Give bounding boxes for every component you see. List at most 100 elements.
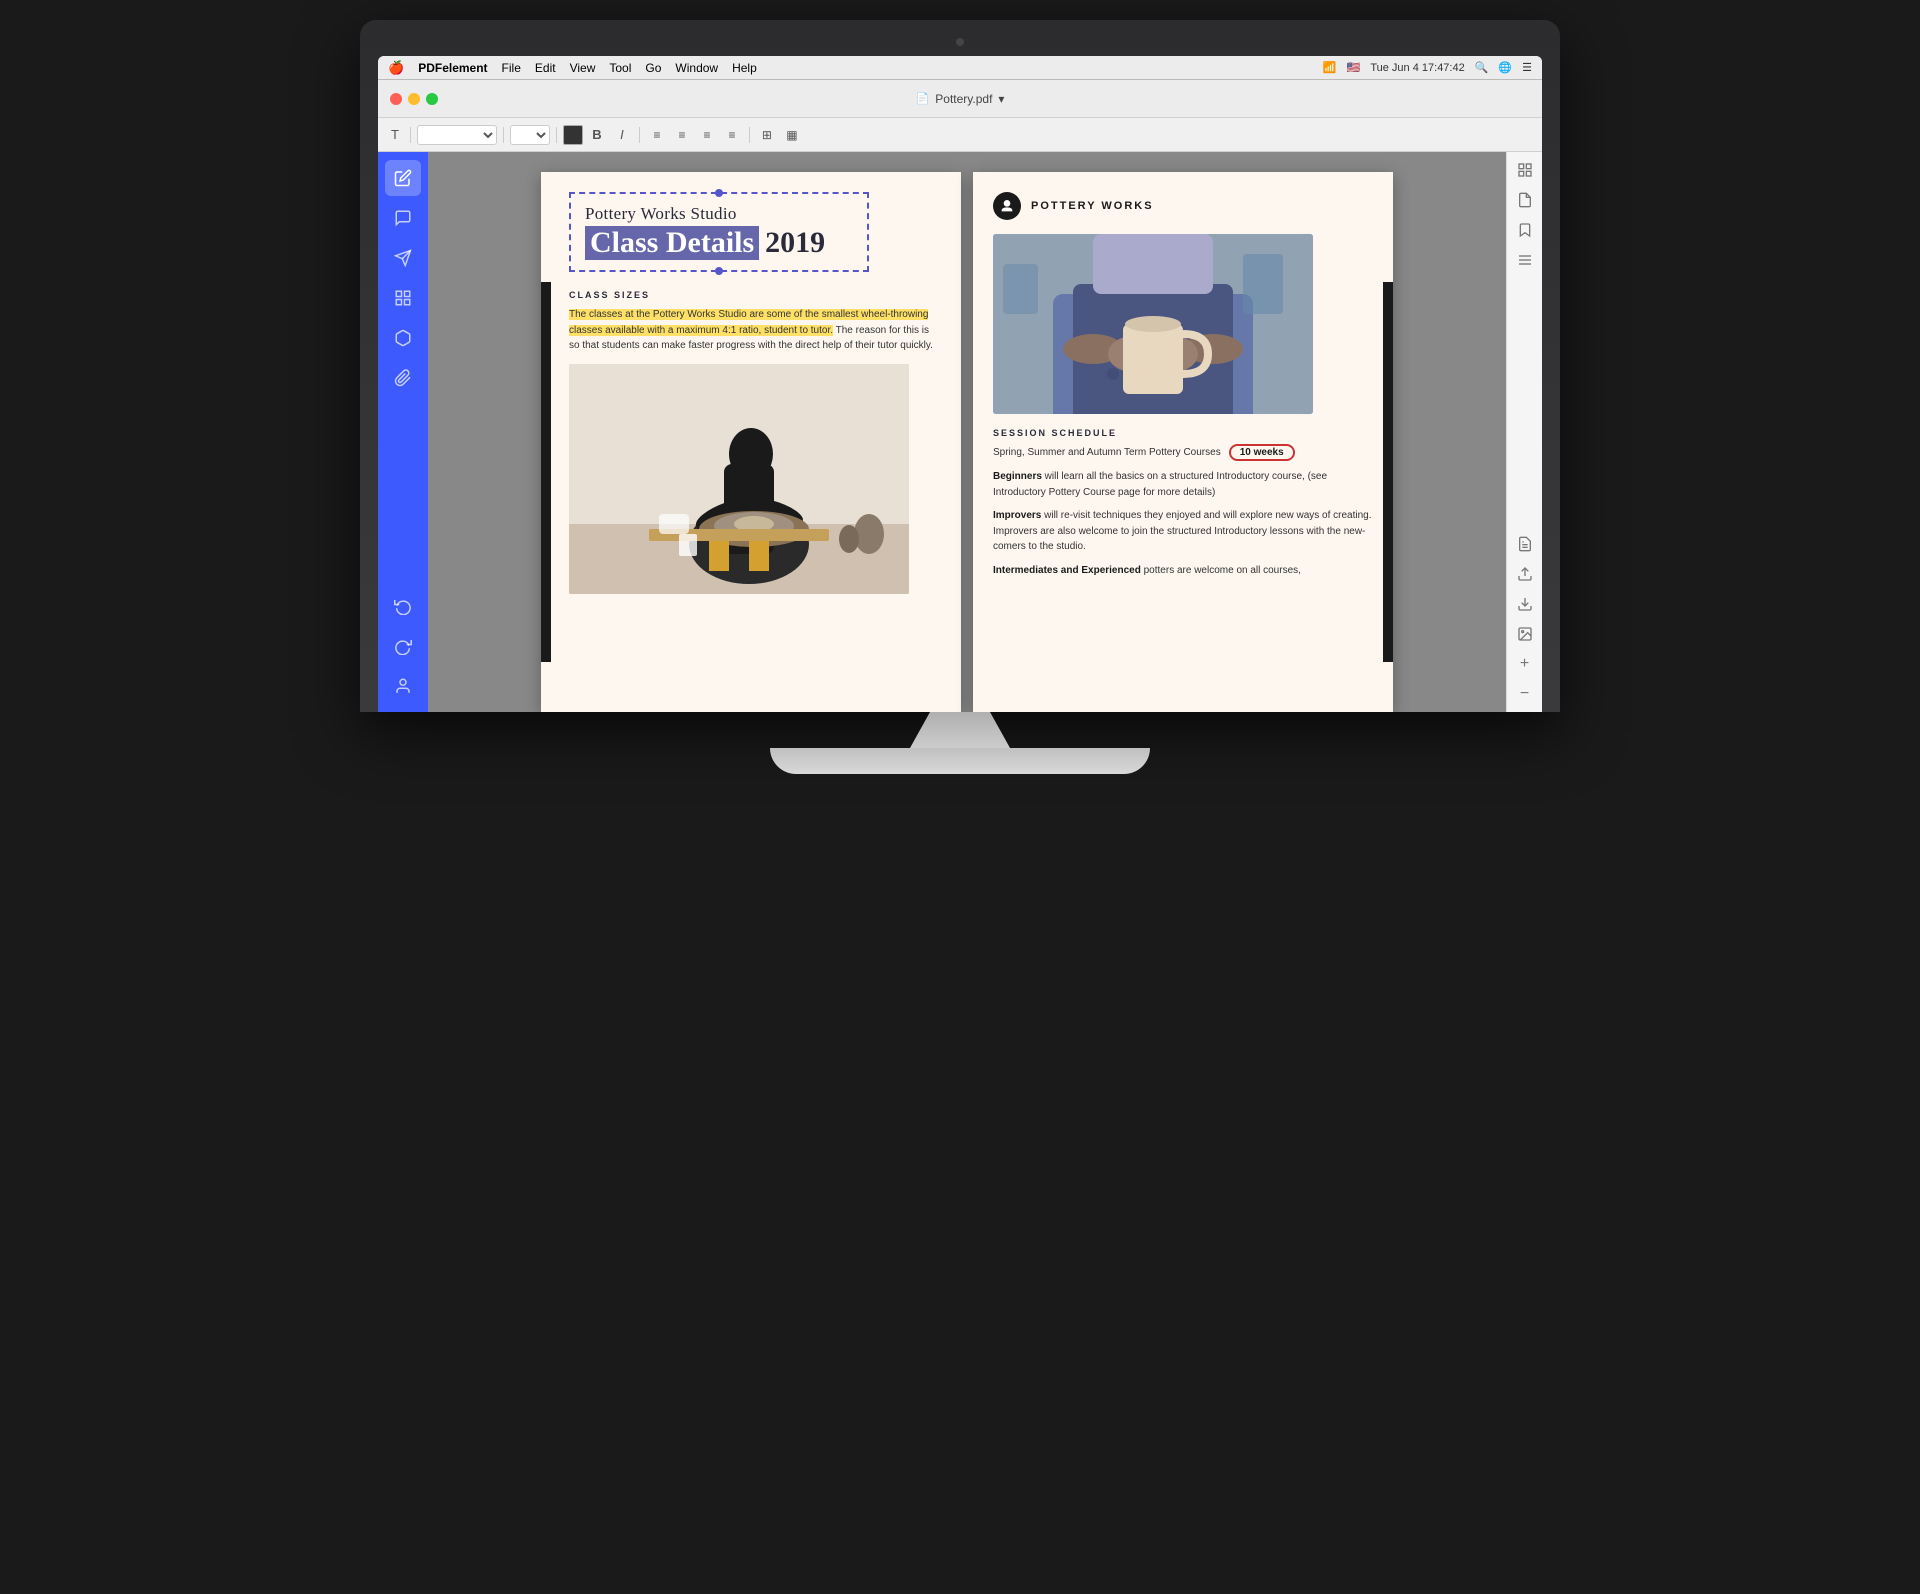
- session-intro-row: Spring, Summer and Autumn Term Pottery C…: [993, 444, 1373, 461]
- menubar-right: 📶 🇺🇸 Tue Jun 4 17:47:42 🔍 🌐 ☰: [1323, 61, 1532, 74]
- sidebar-icon-comment[interactable]: [385, 200, 421, 236]
- file-icon: 📄: [916, 92, 930, 105]
- menu-file[interactable]: File: [502, 61, 521, 75]
- pdf-page-right: POTTERY WORKS: [973, 172, 1393, 712]
- title-text-box[interactable]: Pottery Works Studio Class Details 2019: [569, 192, 869, 272]
- sidebar-icon-share[interactable]: [385, 240, 421, 276]
- menubar: 🍎 PDFelement File Edit View Tool Go Wind…: [378, 56, 1542, 80]
- handle-bottom[interactable]: [715, 267, 723, 275]
- table-button[interactable]: ⊞: [756, 124, 778, 146]
- font-select[interactable]: [417, 125, 497, 145]
- right-panel-menu-icon[interactable]: [1513, 248, 1537, 272]
- right-panel-page-icon[interactable]: [1513, 188, 1537, 212]
- align-left-button[interactable]: ≡: [646, 124, 668, 146]
- wifi-icon: 📶: [1323, 61, 1337, 74]
- text-tool-icon[interactable]: T: [386, 125, 404, 144]
- right-panel-import-icon[interactable]: [1513, 592, 1537, 616]
- italic-button[interactable]: I: [611, 124, 633, 146]
- intermediates-paragraph: Intermediates and Experienced potters ar…: [993, 563, 1373, 579]
- maximize-button[interactable]: [426, 93, 438, 105]
- filename-label: Pottery.pdf: [935, 92, 992, 106]
- size-select[interactable]: [510, 125, 550, 145]
- sidebar-icon-attachment[interactable]: [385, 360, 421, 396]
- pottery-title-row: Class Details 2019: [585, 226, 853, 260]
- menu-window[interactable]: Window: [675, 61, 718, 75]
- improvers-text: will re-visit techniques they enjoyed an…: [993, 510, 1372, 552]
- right-panel: + −: [1506, 152, 1542, 712]
- sidebar-icon-pages[interactable]: [385, 280, 421, 316]
- session-intro-text: Spring, Summer and Autumn Term Pottery C…: [993, 447, 1221, 458]
- monitor-screen: 🍎 PDFelement File Edit View Tool Go Wind…: [378, 56, 1542, 712]
- menubar-left: 🍎 PDFelement File Edit View Tool Go Wind…: [388, 60, 757, 76]
- toolbar-separator-4: [639, 127, 640, 143]
- list-icon[interactable]: ☰: [1522, 61, 1532, 74]
- beginners-label: Beginners: [993, 471, 1042, 482]
- color-picker[interactable]: [563, 125, 583, 145]
- pottery-title-year: 2019: [765, 226, 825, 260]
- align-right-button[interactable]: ≡: [696, 124, 718, 146]
- brand-name-label: POTTERY WORKS: [1031, 200, 1154, 212]
- toolbar-separator-3: [556, 127, 557, 143]
- weeks-badge: 10 weeks: [1229, 444, 1295, 461]
- right-panel-add-icon[interactable]: +: [1513, 652, 1537, 676]
- menu-help[interactable]: Help: [732, 61, 757, 75]
- sidebar-icon-user[interactable]: [385, 668, 421, 704]
- sidebar-icon-undo[interactable]: [385, 588, 421, 624]
- align-center-button[interactable]: ≡: [671, 124, 693, 146]
- apple-logo-icon: 🍎: [388, 60, 404, 76]
- toolbar-separator-2: [503, 127, 504, 143]
- pottery-title-bold: Class Details: [585, 226, 759, 260]
- brand-header: POTTERY WORKS: [993, 192, 1373, 220]
- improvers-label: Improvers: [993, 510, 1041, 521]
- pottery-image-left: [569, 364, 909, 594]
- monitor-stand-base: [770, 748, 1150, 774]
- handle-top[interactable]: [715, 189, 723, 197]
- pdf-area: Pottery Works Studio Class Details 2019 …: [428, 152, 1506, 712]
- clock-label: Tue Jun 4 17:47:42: [1370, 62, 1464, 74]
- layout-button[interactable]: ▦: [781, 124, 803, 146]
- sidebar-icon-redo[interactable]: [385, 628, 421, 664]
- globe-icon[interactable]: 🌐: [1498, 61, 1512, 74]
- bold-button[interactable]: B: [586, 124, 608, 146]
- main-layout: Pottery Works Studio Class Details 2019 …: [378, 152, 1542, 712]
- app-name-label: PDFelement: [418, 61, 487, 75]
- close-button[interactable]: [390, 93, 402, 105]
- menu-edit[interactable]: Edit: [535, 61, 556, 75]
- chevron-icon[interactable]: ▾: [998, 92, 1004, 106]
- menu-view[interactable]: View: [570, 61, 596, 75]
- intermediates-text: potters are welcome on all courses,: [1141, 565, 1301, 576]
- brand-logo: [993, 192, 1021, 220]
- toolbar-separator-1: [410, 127, 411, 143]
- flag-icon: 🇺🇸: [1347, 61, 1361, 74]
- right-panel-bookmark-icon[interactable]: [1513, 218, 1537, 242]
- monitor-wrapper: 🍎 PDFelement File Edit View Tool Go Wind…: [360, 20, 1560, 774]
- right-panel-export-icon[interactable]: [1513, 562, 1537, 586]
- right-panel-prop-icon[interactable]: [1513, 532, 1537, 556]
- traffic-lights: [390, 93, 438, 105]
- sidebar-icon-edit[interactable]: [385, 160, 421, 196]
- justify-button[interactable]: ≡: [721, 124, 743, 146]
- pottery-image-right: [993, 234, 1313, 414]
- sidebar-icon-stamp[interactable]: [385, 320, 421, 356]
- beginners-text: will learn all the basics on a structure…: [993, 471, 1327, 498]
- pottery-scene-svg: [569, 364, 909, 594]
- left-sidebar: [378, 152, 428, 712]
- minimize-button[interactable]: [408, 93, 420, 105]
- right-panel-image-icon[interactable]: [1513, 622, 1537, 646]
- beginners-paragraph: Beginners will learn all the basics on a…: [993, 469, 1373, 500]
- right-panel-grid-icon[interactable]: [1513, 158, 1537, 182]
- class-sizes-heading: CLASS SIZES: [569, 290, 941, 300]
- toolbar-separator-5: [749, 127, 750, 143]
- menu-go[interactable]: Go: [645, 61, 661, 75]
- right-panel-minus-icon[interactable]: −: [1513, 682, 1537, 706]
- pottery-subtitle: Pottery Works Studio: [585, 204, 853, 224]
- search-icon[interactable]: 🔍: [1475, 61, 1489, 74]
- menu-tool[interactable]: Tool: [609, 61, 631, 75]
- camera-notch: [956, 38, 964, 46]
- black-accent-bar-right: [1383, 282, 1393, 662]
- toolbar: T B I ≡ ≡ ≡ ≡ ⊞ ▦: [378, 118, 1542, 152]
- class-sizes-body: The classes at the Pottery Works Studio …: [569, 307, 941, 354]
- pdf-page-left: Pottery Works Studio Class Details 2019 …: [541, 172, 961, 712]
- mug-scene-svg: [993, 234, 1313, 414]
- intermediates-label: Intermediates and Experienced: [993, 565, 1141, 576]
